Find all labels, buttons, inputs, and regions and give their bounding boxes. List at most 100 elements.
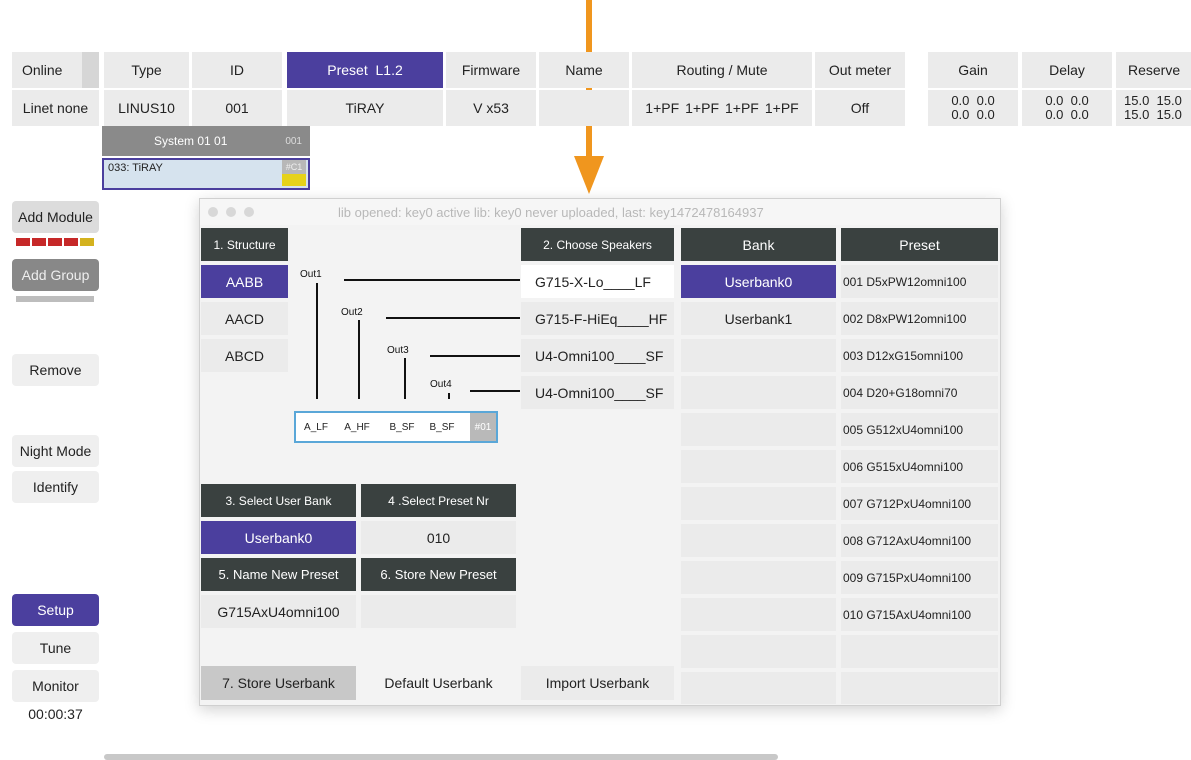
col-name-value[interactable] — [539, 90, 629, 126]
select-user-bank-header: 3. Select User Bank — [201, 484, 356, 517]
routing-2[interactable]: 1+PF — [685, 100, 719, 116]
channel-a-hf: A_HF — [344, 421, 370, 433]
speaker-2[interactable]: G715-F-HiEq____HF — [521, 302, 674, 335]
store-preset-empty — [361, 595, 516, 628]
ch3-line — [404, 358, 406, 399]
ch1-line — [316, 283, 318, 399]
setup-button[interactable]: Setup — [12, 594, 99, 626]
import-userbank-button[interactable]: Import Userbank — [521, 666, 674, 700]
bank-header: Bank — [681, 228, 836, 261]
bank-empty-4[interactable] — [681, 376, 836, 409]
identify-button[interactable]: Identify — [12, 471, 99, 503]
routing-diagram: Out1 Out2 Out3 Out4 A_LF A_HF B_SF B_SF … — [290, 259, 522, 449]
out2-label: Out2 — [341, 307, 363, 318]
preset-item-6[interactable]: 006 G515xU4omni100 — [841, 450, 998, 483]
preset-item-7[interactable]: 007 G712PxU4omni100 — [841, 487, 998, 520]
col-outmeter-value[interactable]: Off — [815, 90, 905, 126]
preset-name-field[interactable]: G715AxU4omni100 — [201, 595, 356, 628]
bank-empty-11[interactable] — [681, 635, 836, 668]
preset-item-8[interactable]: 008 G712AxU4omni100 — [841, 524, 998, 557]
routing-4[interactable]: 1+PF — [765, 100, 799, 116]
bank-empty-6[interactable] — [681, 450, 836, 483]
out4-line — [470, 390, 520, 392]
speaker-1[interactable]: G715-X-Lo____LF — [521, 265, 674, 298]
preset-empty-12[interactable] — [841, 672, 998, 704]
bank-empty-5[interactable] — [681, 413, 836, 446]
out4-label: Out4 — [430, 379, 452, 390]
device-status-bar — [282, 174, 306, 186]
preset-item-4[interactable]: 004 D20+G18omni70 — [841, 376, 998, 409]
col-name-label: Name — [539, 52, 629, 88]
system-title: System 01 01 — [154, 134, 228, 148]
store-userbank-button[interactable]: 7. Store Userbank — [201, 666, 356, 700]
tune-button[interactable]: Tune — [12, 632, 99, 664]
close-window-icon[interactable] — [208, 207, 218, 217]
monitor-button[interactable]: Monitor — [12, 670, 99, 702]
ch2-line — [358, 320, 360, 399]
name-new-preset-header: 5. Name New Preset — [201, 558, 356, 591]
speaker-3[interactable]: U4-Omni100____SF — [521, 339, 674, 372]
structure-aacd[interactable]: AACD — [201, 302, 288, 335]
horizontal-scrollbar[interactable] — [104, 754, 778, 760]
device-box[interactable]: 033: TiRAY #C1 — [102, 158, 310, 190]
bank-userbank1[interactable]: Userbank1 — [681, 302, 836, 335]
add-module-button[interactable]: Add Module — [12, 201, 99, 233]
select-preset-nr-header: 4 .Select Preset Nr — [361, 484, 516, 517]
out3-label: Out3 — [387, 345, 409, 356]
preset-empty-11[interactable] — [841, 635, 998, 668]
bank-empty-12[interactable] — [681, 672, 836, 704]
col-delay-value[interactable]: 0.0 0.0 0.0 0.0 — [1022, 90, 1112, 126]
col-routing-value[interactable]: 1+PF 1+PF 1+PF 1+PF — [632, 90, 812, 126]
default-userbank-button[interactable]: Default Userbank — [361, 666, 516, 700]
preset-item-1[interactable]: 001 D5xPW12omni100 — [841, 265, 998, 298]
bank-empty-9[interactable] — [681, 561, 836, 594]
structure-aabb[interactable]: AABB — [201, 265, 288, 298]
add-group-button[interactable]: Add Group — [12, 259, 99, 291]
remove-button[interactable]: Remove — [12, 354, 99, 386]
col-routing-label: Routing / Mute — [632, 52, 812, 88]
bank-userbank0[interactable]: Userbank0 — [681, 265, 836, 298]
dialog-title: lib opened: key0 active lib: key0 never … — [338, 205, 764, 220]
preset-item-9[interactable]: 009 G715PxU4omni100 — [841, 561, 998, 594]
channel-b-sf-1: B_SF — [389, 421, 415, 433]
routing-3[interactable]: 1+PF — [725, 100, 759, 116]
bank-empty-7[interactable] — [681, 487, 836, 520]
system-block[interactable]: System 01 01 001 033: TiRAY #C1 — [102, 126, 310, 192]
ch4-line — [448, 393, 450, 399]
store-new-preset-button[interactable]: 6. Store New Preset — [361, 558, 516, 591]
out2-line — [386, 317, 520, 319]
channel-code: #01 — [470, 413, 496, 441]
maximize-window-icon[interactable] — [244, 207, 254, 217]
speaker-4[interactable]: U4-Omni100____SF — [521, 376, 674, 409]
gain-row-2: 0.0 0.0 — [951, 107, 995, 122]
preset-item-5[interactable]: 005 G512xU4omni100 — [841, 413, 998, 446]
structure-abcd[interactable]: ABCD — [201, 339, 288, 372]
user-bank-selector[interactable]: Userbank0 — [201, 521, 356, 554]
col-outmeter-label: Out meter — [815, 52, 905, 88]
col-preset-value[interactable]: TiRAY — [287, 90, 443, 126]
col-gain-value[interactable]: 0.0 0.0 0.0 0.0 — [928, 90, 1018, 126]
preset-nr-field[interactable]: 010 — [361, 521, 516, 554]
bank-empty-8[interactable] — [681, 524, 836, 557]
system-code: 001 — [285, 135, 302, 147]
preset-item-2[interactable]: 002 D8xPW12omni100 — [841, 302, 998, 335]
structure-header: 1. Structure — [201, 228, 288, 261]
choose-speakers-header: 2. Choose Speakers — [521, 228, 674, 261]
channel-box[interactable]: A_LF A_HF B_SF B_SF #01 — [294, 411, 498, 443]
preset-item-3[interactable]: 003 D12xG15omni100 — [841, 339, 998, 372]
bank-empty-3[interactable] — [681, 339, 836, 372]
arrow-head-icon — [574, 156, 604, 194]
col-reserve-value[interactable]: 15.0 15.0 15.0 15.0 — [1116, 90, 1191, 126]
preset-item-10[interactable]: 010 G715AxU4omni100 — [841, 598, 998, 631]
col-spacer — [82, 52, 99, 88]
device-label: 033: TiRAY — [108, 162, 163, 174]
group-strip — [16, 296, 94, 302]
col-firmware-label: Firmware — [446, 52, 536, 88]
routing-1[interactable]: 1+PF — [645, 100, 679, 116]
col-reserve-label: Reserve — [1116, 52, 1191, 88]
minimize-window-icon[interactable] — [226, 207, 236, 217]
night-mode-button[interactable]: Night Mode — [12, 435, 99, 467]
col-type-value: LINUS10 — [104, 90, 189, 126]
bank-empty-10[interactable] — [681, 598, 836, 631]
col-preset-label[interactable]: Preset L1.2 — [287, 52, 443, 88]
